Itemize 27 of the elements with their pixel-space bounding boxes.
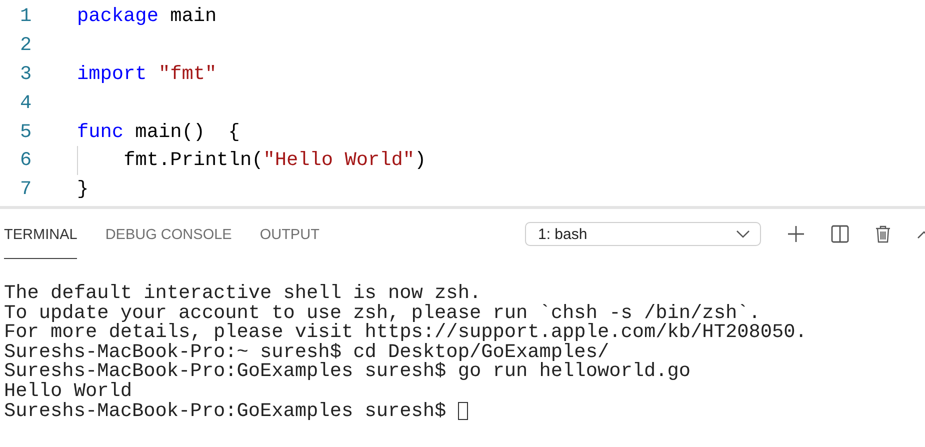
line-number: 5 [20,120,33,143]
terminal-line: The default interactive shell is now zsh. [4,284,482,304]
panel-tab[interactable]: OUTPUT [260,209,320,259]
line-number: 6 [20,149,33,172]
panel-tab[interactable]: DEBUG CONSOLE [105,209,232,259]
terminal-line: Sureshs-MacBook-Pro:GoExamples suresh$ go run helloworld.go [4,362,691,382]
line-number: 7 [20,178,33,200]
trash-icon[interactable] [875,225,891,243]
line-number: 1 [20,5,33,28]
code-line: fmt.Println("Hello World") [124,149,426,172]
line-number: 2 [20,34,33,56]
code-line: } [77,178,89,200]
terminal-line: Hello World [4,382,132,402]
terminal-line: Sureshs-MacBook-Pro:~ suresh$ cd Desktop/GoExamples/ [4,342,610,362]
terminal-line: Sureshs-MacBook-Pro:GoExamples suresh$ [4,402,448,422]
code-line: package main [77,5,217,28]
line-number: 4 [20,92,33,114]
terminal-line: For more details, please visit https://support.apple.com/kb/HT208050. [4,323,807,343]
code-line: import "fmt" [77,62,217,85]
code-line: func main() { [77,120,240,143]
split-icon[interactable] [831,225,849,243]
chevron-down-icon [736,230,750,238]
terminal-dropdown[interactable]: 1: bash [525,222,761,246]
line-number: 3 [20,62,33,85]
plus-icon[interactable] [787,225,805,243]
terminal-line: To update your account to use zsh, please run `chsh -s /bin/zsh`. [4,304,760,324]
panel-tab[interactable]: TERMINAL [4,209,78,259]
